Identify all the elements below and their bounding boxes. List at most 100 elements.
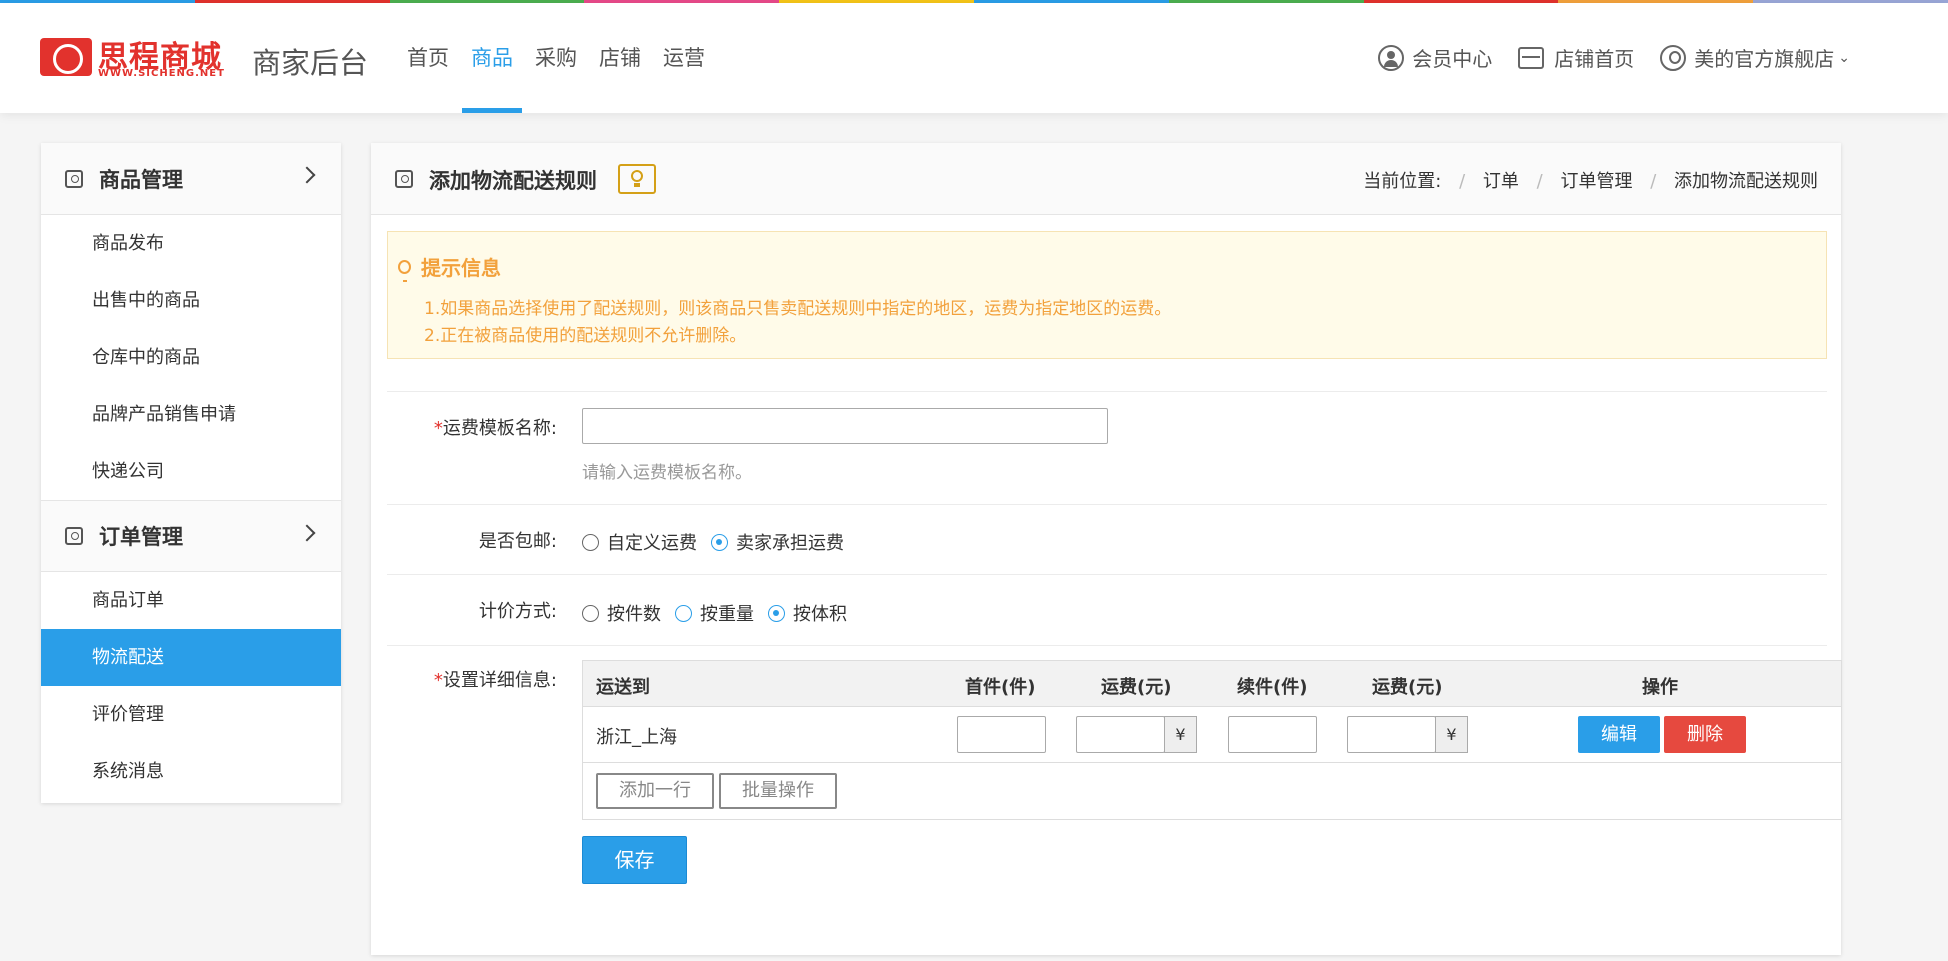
logo-subtext: WWW.SICHENG.NET <box>98 68 225 79</box>
detail-label-text: 设置详细信息: <box>442 670 557 691</box>
lightbulb-icon <box>631 170 643 182</box>
col-next-unit: 续件(件) <box>1237 677 1308 698</box>
sidebar-item-brand-apply[interactable]: 品牌产品销售申请 <box>41 386 341 443</box>
table-footer: 添加一行 批量操作 <box>583 763 1841 819</box>
breadcrumb-orders[interactable]: 订单 <box>1483 171 1519 192</box>
sidebar-group-orders[interactable]: 订单管理 <box>41 500 341 572</box>
radio-custom-fee[interactable]: 自定义运费 <box>582 529 697 555</box>
sidebar-item-publish[interactable]: 商品发布 <box>41 215 341 272</box>
batch-operation-button[interactable]: 批量操作 <box>719 773 837 809</box>
radio-label: 卖家承担运费 <box>736 533 844 554</box>
nav-goods[interactable]: 商品 <box>460 3 524 113</box>
radio-seller-pays[interactable]: 卖家承担运费 <box>711 529 844 555</box>
lightbulb-base <box>634 183 640 187</box>
backend-title: 商家后台 <box>252 46 369 80</box>
panel-header: 添加物流配送规则 当前位置: / 订单 / 订单管理 / 添加物流配送规则 <box>371 143 1841 215</box>
currency-addon: ¥ <box>1164 716 1197 753</box>
sidebar-item-on-sale[interactable]: 出售中的商品 <box>41 272 341 329</box>
nav-home[interactable]: 首页 <box>396 3 460 113</box>
template-name-input[interactable] <box>582 408 1108 444</box>
first-fee-input[interactable] <box>1076 716 1165 753</box>
logo-mark-icon <box>40 38 92 76</box>
goods-manage-icon <box>65 169 83 188</box>
radio-circle-checked[interactable] <box>768 604 785 622</box>
site-logo[interactable]: 思程商城 WWW.SICHENG.NET <box>40 34 240 82</box>
sidebar-item-reviews[interactable]: 评价管理 <box>41 686 341 743</box>
radio-label: 按重量 <box>700 604 754 625</box>
form-row-free-shipping: 是否包邮: 自定义运费 卖家承担运费 <box>387 504 1827 574</box>
required-mark: * <box>433 418 443 439</box>
radio-by-weight[interactable]: 按重量 <box>675 600 754 626</box>
breadcrumb-order-manage[interactable]: 订单管理 <box>1560 171 1632 192</box>
sidebar-group-title: 订单管理 <box>99 525 183 549</box>
order-manage-icon <box>65 527 83 545</box>
save-button[interactable]: 保存 <box>582 836 687 884</box>
store-name-label: 美的官方旗舰店 <box>1694 47 1835 71</box>
radio-circle[interactable] <box>582 604 599 622</box>
page-title: 添加物流配送规则 <box>429 169 597 193</box>
next-unit-input[interactable] <box>1228 716 1317 753</box>
breadcrumb-separator: / <box>1459 171 1466 192</box>
col-first-unit: 首件(件) <box>965 677 1036 698</box>
store-icon <box>1518 46 1545 69</box>
tip-toggle-button[interactable] <box>618 164 656 194</box>
nav-store[interactable]: 店铺 <box>588 3 652 113</box>
form-row-template-name: *运费模板名称: 请输入运费模板名称。 <box>387 391 1827 504</box>
sidebar-item-express[interactable]: 快递公司 <box>41 443 341 500</box>
region-cell: 浙江_上海 <box>596 727 677 748</box>
chevron-right-icon <box>298 166 316 184</box>
add-row-button[interactable]: 添加一行 <box>596 773 714 809</box>
tip-line-2: 2.正在被商品使用的配送规则不允许删除。 <box>424 326 747 346</box>
sidebar-item-orders[interactable]: 商品订单 <box>41 572 341 629</box>
header-right-links: 会员中心 店铺首页 美的官方旗舰店 ⌄ <box>1352 43 1850 72</box>
main-panel: 添加物流配送规则 当前位置: / 订单 / 订单管理 / 添加物流配送规则 提示… <box>371 143 1842 955</box>
sidebar-item-logistics[interactable]: 物流配送 <box>41 629 341 686</box>
tip-title-text: 提示信息 <box>421 256 501 280</box>
nav-purchase[interactable]: 采购 <box>524 3 588 113</box>
radio-label: 自定义运费 <box>607 533 697 554</box>
template-name-hint: 请输入运费模板名称。 <box>582 463 752 483</box>
radio-circle-checked[interactable] <box>711 533 728 551</box>
table-row: 浙江_上海 ¥ ¥ 编辑 删除 <box>583 707 1841 763</box>
form-row-pricing: 计价方式: 按件数 按重量 按体积 <box>387 574 1827 645</box>
member-center-link[interactable]: 会员中心 <box>1378 43 1492 72</box>
col-destination: 运送到 <box>596 677 650 698</box>
required-mark: * <box>433 670 443 691</box>
free-shipping-options: 自定义运费 卖家承担运费 <box>582 529 858 555</box>
detail-label: *设置详细信息: <box>434 666 557 692</box>
shipping-rule-table: 运送到 首件(件) 运费(元) 续件(件) 运费(元) 操作 浙江_上海 ¥ ¥… <box>582 660 1842 820</box>
store-account-menu[interactable]: 美的官方旗舰店 ⌄ <box>1660 43 1850 72</box>
member-center-label: 会员中心 <box>1412 47 1493 71</box>
pricing-label: 计价方式: <box>478 601 557 622</box>
template-name-label: *运费模板名称: <box>434 414 557 440</box>
radio-by-piece[interactable]: 按件数 <box>582 600 661 626</box>
breadcrumb-separator: / <box>1536 171 1543 192</box>
radio-circle[interactable] <box>675 604 692 622</box>
sidebar-group-goods[interactable]: 商品管理 <box>41 143 341 215</box>
breadcrumb-label: 当前位置: <box>1363 171 1442 192</box>
sidebar-item-messages[interactable]: 系统消息 <box>41 743 341 800</box>
chevron-down-icon: ⌄ <box>1838 49 1850 66</box>
tip-line-1: 1.如果商品选择使用了配送规则，则该商品只售卖配送规则中指定的地区，运费为指定地… <box>424 299 1172 319</box>
tip-title: 提示信息 <box>398 252 501 282</box>
pricing-options: 按件数 按重量 按体积 <box>582 600 861 626</box>
lightbulb-icon <box>398 259 411 282</box>
account-icon <box>1660 44 1687 71</box>
first-unit-input[interactable] <box>957 716 1046 753</box>
table-header: 运送到 首件(件) 运费(元) 续件(件) 运费(元) 操作 <box>583 661 1841 707</box>
radio-label: 按件数 <box>607 604 661 625</box>
currency-addon: ¥ <box>1435 716 1468 753</box>
edit-button[interactable]: 编辑 <box>1578 716 1660 753</box>
user-icon <box>1378 44 1405 71</box>
sidebar-group-title: 商品管理 <box>99 167 183 192</box>
radio-by-volume[interactable]: 按体积 <box>768 600 847 626</box>
breadcrumb: 当前位置: / 订单 / 订单管理 / 添加物流配送规则 <box>1363 167 1818 193</box>
next-fee-input[interactable] <box>1347 716 1436 753</box>
radio-circle[interactable] <box>582 533 599 551</box>
store-home-link[interactable]: 店铺首页 <box>1518 43 1634 72</box>
page-icon <box>395 170 413 188</box>
store-home-label: 店铺首页 <box>1554 47 1635 71</box>
nav-operations[interactable]: 运营 <box>652 3 716 113</box>
sidebar-item-warehouse[interactable]: 仓库中的商品 <box>41 329 341 386</box>
delete-button[interactable]: 删除 <box>1664 716 1746 753</box>
